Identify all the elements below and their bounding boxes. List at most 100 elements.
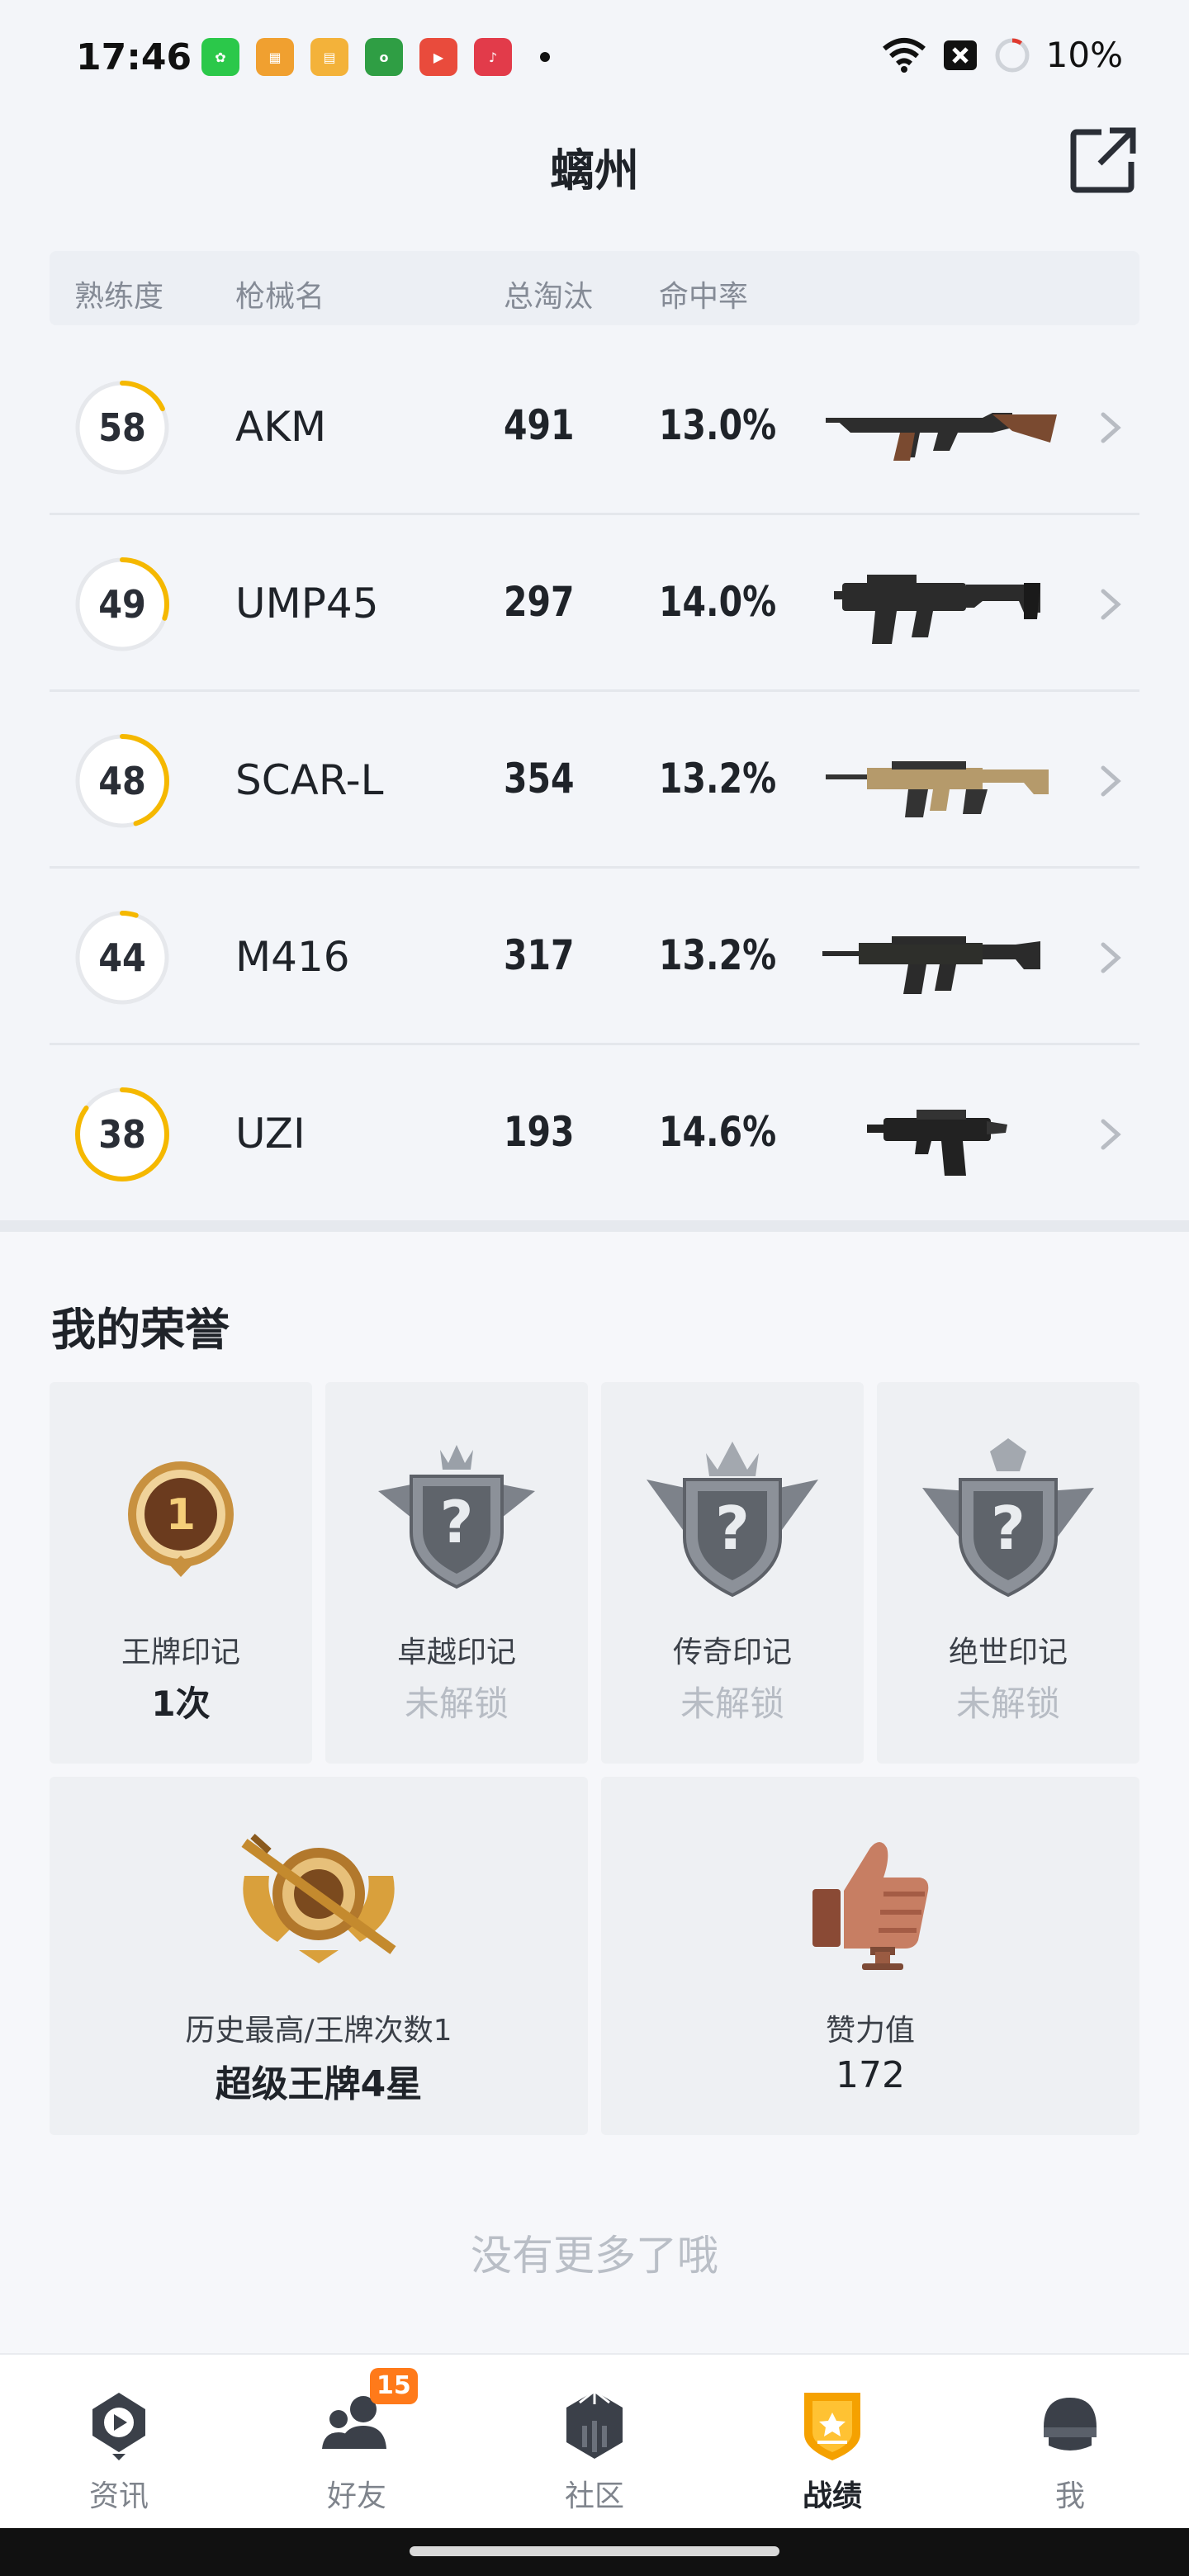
- home-indicator[interactable]: [410, 2546, 779, 2556]
- mastery-value: 58: [98, 405, 146, 450]
- uzi-icon: [817, 1088, 1065, 1179]
- share-external-icon: [1070, 127, 1136, 193]
- kills-value: 317: [504, 931, 575, 979]
- akm-icon: [817, 381, 1065, 472]
- nav-item-news[interactable]: 资讯: [0, 2355, 238, 2530]
- chevron-right-icon: [1101, 589, 1121, 620]
- mark-card-ace[interactable]: 1 王牌印记 1次: [50, 1382, 312, 1764]
- oppo-icon: o: [365, 38, 403, 76]
- system-gesture-bar: [0, 2528, 1189, 2576]
- mark-value: 未解锁: [680, 1683, 784, 1724]
- weapon-table-header: 熟练度 枪械名 总淘汰 命中率: [50, 251, 1139, 325]
- status-bar: 17:46 ✿ ▦ ▤ o ▶ ♪ 10%: [0, 0, 1189, 107]
- mastery-value: 44: [98, 935, 146, 980]
- no-more-text: 没有更多了哦: [471, 2232, 718, 2280]
- mark-card-excellent[interactable]: ? 卓越印记 未解锁: [325, 1382, 588, 1764]
- ump45-icon: [817, 558, 1065, 649]
- mark-label: 绝世印记: [948, 1636, 1068, 1669]
- music-icon: ♪: [474, 38, 512, 76]
- weapon-row[interactable]: 48 SCAR-L 354 13.2%: [50, 694, 1139, 869]
- rank-value: 超级王牌4星: [215, 2063, 423, 2105]
- community-icon: [566, 2389, 623, 2459]
- m416-icon: [817, 912, 1065, 1002]
- accuracy-value: 14.0%: [659, 578, 777, 626]
- chevron-right-icon: [1101, 765, 1121, 797]
- likes-card[interactable]: 赞力值 172: [601, 1777, 1139, 2135]
- mark-value: 未解锁: [404, 1683, 509, 1724]
- weapon-row[interactable]: 58 AKM 491 13.0%: [50, 340, 1139, 515]
- mark-value: 1次: [151, 1683, 211, 1724]
- kills-value: 491: [504, 401, 575, 449]
- likes-label: 赞力值: [825, 2014, 915, 2048]
- mark-value: 未解锁: [955, 1683, 1060, 1724]
- nav-label: 资讯: [88, 2479, 149, 2513]
- no-sim-icon: [943, 40, 977, 70]
- mastery-value: 48: [98, 759, 146, 803]
- svg-text:?: ?: [715, 1494, 750, 1563]
- header: 螭州: [0, 116, 1189, 215]
- video-icon: ▶: [419, 38, 457, 76]
- battery-ring-icon: [995, 37, 1030, 72]
- status-time: 17:46: [76, 36, 192, 78]
- weapon-row[interactable]: 44 M416 317 13.2%: [50, 870, 1139, 1045]
- mark-card-peerless[interactable]: ? 绝世印记 未解锁: [877, 1382, 1139, 1764]
- mark-label: 传奇印记: [672, 1636, 792, 1669]
- svg-text:1: 1: [166, 1490, 196, 1540]
- section-divider: [0, 1220, 1189, 1232]
- status-right: 10%: [881, 35, 1123, 75]
- nav-item-friends[interactable]: 15 好友: [238, 2355, 476, 2530]
- svg-text:?: ?: [991, 1494, 1026, 1563]
- ace-mark-icon: 1: [128, 1461, 234, 1577]
- wechat-icon: ✿: [201, 38, 239, 76]
- nav-label: 我: [1054, 2479, 1085, 2513]
- weapon-row[interactable]: 49 UMP45 297 14.0%: [50, 517, 1139, 692]
- status-app-icons: ✿ ▦ ▤ o ▶ ♪: [201, 38, 550, 76]
- chevron-right-icon: [1101, 1119, 1121, 1150]
- likes-value: 172: [836, 2054, 905, 2096]
- page-title: 螭州: [550, 144, 639, 197]
- nav-item-community[interactable]: 社区: [476, 2355, 713, 2530]
- gun-name: AKM: [235, 403, 327, 451]
- mark-label: 王牌印记: [121, 1636, 240, 1669]
- locked-mark-icon: ?: [647, 1442, 818, 1598]
- ace-rank-badge-icon: [241, 1834, 396, 1963]
- header-gun-name: 枪械名: [235, 280, 325, 314]
- highest-rank-card[interactable]: 历史最高/王牌次数1 超级王牌4星: [50, 1777, 588, 2135]
- weapon-row[interactable]: 38 UZI 193 14.6%: [50, 1047, 1139, 1222]
- header-mastery: 熟练度: [74, 280, 164, 314]
- mastery-value: 38: [98, 1112, 146, 1157]
- thumbs-up-icon: [812, 1842, 929, 1970]
- accuracy-value: 13.2%: [659, 755, 777, 803]
- nav-item-profile[interactable]: 我: [951, 2355, 1189, 2530]
- share-button[interactable]: [1068, 125, 1138, 195]
- app-icon: ▦: [256, 38, 294, 76]
- rank-label: 历史最高/王牌次数1: [185, 2014, 452, 2048]
- notification-dot-icon: [540, 52, 550, 62]
- locked-mark-icon: ?: [378, 1445, 535, 1589]
- honor-title: 我的荣誉: [51, 1304, 230, 1356]
- news-icon: [92, 2393, 145, 2460]
- accuracy-value: 14.6%: [659, 1108, 777, 1156]
- friends-badge: 15: [370, 2368, 418, 2404]
- svg-text:?: ?: [440, 1489, 474, 1556]
- nav-label: 好友: [326, 2479, 386, 2513]
- kills-value: 354: [504, 755, 575, 803]
- chevron-right-icon: [1101, 412, 1121, 443]
- accuracy-value: 13.0%: [659, 401, 777, 449]
- locked-mark-icon: ?: [922, 1438, 1094, 1598]
- app-icon: ▤: [310, 38, 348, 76]
- stats-icon: [804, 2393, 860, 2460]
- kills-value: 193: [504, 1108, 575, 1156]
- accuracy-value: 13.2%: [659, 931, 777, 979]
- wifi-icon: [882, 37, 926, 73]
- gun-name: SCAR-L: [235, 756, 384, 804]
- nav-item-stats[interactable]: 战绩: [713, 2355, 951, 2530]
- bottom-nav: 资讯 15 好友 社区 战绩 我: [0, 2353, 1189, 2528]
- chevron-right-icon: [1101, 942, 1121, 973]
- gun-name: M416: [235, 933, 350, 981]
- mark-label: 卓越印记: [396, 1636, 516, 1669]
- header-kills: 总淘汰: [504, 280, 594, 314]
- mark-card-legend[interactable]: ? 传奇印记 未解锁: [601, 1382, 864, 1764]
- profile-icon: [1044, 2398, 1097, 2451]
- kills-value: 297: [504, 578, 575, 626]
